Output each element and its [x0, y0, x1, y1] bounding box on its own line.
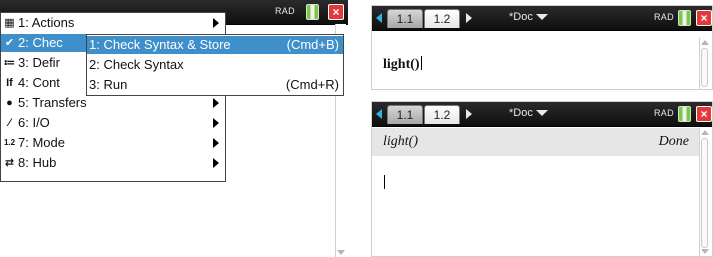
program-editor-line[interactable]: light() [383, 56, 422, 73]
tab-1-2[interactable]: 1.2 [424, 9, 460, 28]
io-icon: ⁄ [8, 117, 11, 129]
tab-bar: 1.1 1.2 *Doc RAD × [372, 6, 712, 31]
control-icon: If [6, 77, 13, 89]
scroll-up-icon[interactable] [701, 40, 709, 45]
battery-icon [306, 4, 319, 20]
submenu-arrow-icon [213, 158, 219, 168]
submenu-arrow-icon [213, 138, 219, 148]
angle-mode-indicator: RAD [275, 6, 295, 16]
hub-icon: ⇄ [4, 157, 15, 169]
menu-item-mode[interactable]: 1.2 7: Mode [1, 134, 225, 152]
screen-program-editor: 1.1 1.2 *Doc RAD × light() [371, 5, 713, 90]
tab-1-2[interactable]: 1.2 [424, 105, 460, 124]
scrollbar[interactable] [699, 128, 710, 256]
menu-item-transfers[interactable]: ● 5: Transfers [1, 94, 225, 112]
submenu-item-check-syntax[interactable]: 2: Check Syntax [87, 56, 343, 74]
history-entry[interactable]: light() Done [372, 128, 699, 156]
previous-page-icon[interactable] [376, 13, 382, 23]
text-cursor [420, 56, 422, 70]
tab-bar: 1.1 1.2 *Doc RAD × [372, 102, 712, 127]
document-title[interactable]: *Doc [509, 107, 548, 119]
close-icon[interactable]: × [696, 106, 712, 122]
scroll-down-icon[interactable] [337, 250, 345, 255]
document-menu-icon [535, 110, 548, 117]
mode-icon: 1.2 [3, 138, 16, 147]
scroll-down-icon[interactable] [701, 249, 709, 254]
scrollbar[interactable] [699, 38, 710, 89]
check-store-icon: ✔ [4, 37, 15, 49]
history-result: Done [658, 134, 689, 149]
close-icon[interactable]: × [328, 4, 344, 20]
document-menu-icon [535, 14, 548, 21]
scrollbar-thumb[interactable] [701, 138, 708, 248]
submenu-arrow-icon [213, 18, 219, 28]
menu-item-actions[interactable]: ▦ 1: Actions [1, 14, 225, 32]
previous-page-icon[interactable] [376, 109, 382, 119]
submenu-item-check-syntax-store[interactable]: 1: Check Syntax & Store (Cmd+B) [87, 36, 343, 54]
document-title[interactable]: *Doc [509, 11, 548, 23]
program-icon: ▦ [4, 17, 15, 29]
tab-1-1[interactable]: 1.1 [387, 9, 423, 28]
screen-program-editor-menu: RAD × ▦ 1: Actions ✔ 2: Chec ≔ 3: Defir … [0, 0, 348, 257]
text-cursor [384, 175, 385, 189]
submenu-item-run[interactable]: 3: Run (Cmd+R) [87, 76, 343, 94]
screen-calculator: 1.1 1.2 *Doc RAD × light() Done [371, 101, 713, 257]
transfers-icon: ● [6, 97, 13, 109]
menu-item-io[interactable]: ⁄ 6: I/O [1, 114, 225, 132]
next-page-icon[interactable] [466, 13, 472, 23]
menu-item-hub[interactable]: ⇄ 8: Hub [1, 154, 225, 172]
angle-mode-indicator: RAD [654, 108, 674, 118]
define-icon: ≔ [3, 57, 16, 69]
battery-icon [678, 10, 691, 26]
history-expression: light() [383, 134, 418, 149]
submenu-arrow-icon [213, 98, 219, 108]
scroll-up-icon[interactable] [701, 130, 709, 135]
tab-1-1[interactable]: 1.1 [387, 105, 423, 124]
angle-mode-indicator: RAD [654, 12, 674, 22]
scrollbar-thumb[interactable] [701, 48, 708, 87]
check-syntax-submenu: 1: Check Syntax & Store (Cmd+B) 2: Check… [86, 34, 344, 96]
battery-icon [678, 106, 691, 122]
close-icon[interactable]: × [696, 10, 712, 26]
submenu-arrow-icon [213, 118, 219, 128]
next-page-icon[interactable] [466, 109, 472, 119]
entry-line[interactable] [383, 174, 663, 194]
